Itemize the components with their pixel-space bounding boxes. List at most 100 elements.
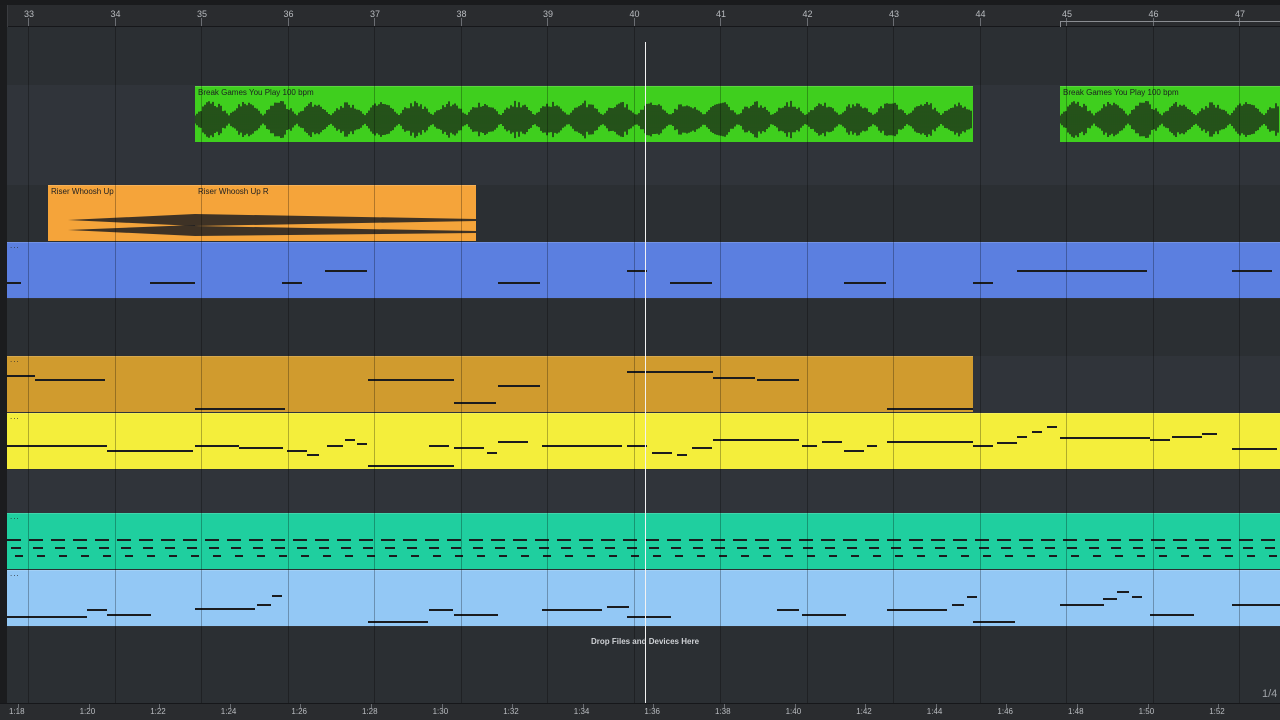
- midi-note: [887, 609, 947, 611]
- midi-note: [931, 539, 945, 541]
- midi-note: [777, 609, 799, 611]
- time-label: 1:22: [150, 707, 166, 716]
- audio-clip-riser[interactable]: Riser Whoosh Up: [48, 185, 195, 241]
- midi-note: [81, 555, 89, 557]
- clip-menu-dots: ...: [10, 413, 20, 421]
- time-label: 1:42: [856, 707, 872, 716]
- midi-note: [187, 547, 197, 549]
- clip-menu-dots: ...: [10, 356, 20, 364]
- midi-note: [1203, 555, 1211, 557]
- clip-title: Riser Whoosh Up R: [198, 187, 269, 196]
- midi-note: [755, 539, 769, 541]
- midi-note: [939, 555, 947, 557]
- midi-note: [429, 445, 449, 447]
- midi-note: [205, 539, 219, 541]
- time-tick: [1077, 704, 1078, 708]
- midi-note: [997, 442, 1017, 444]
- midi-note: [627, 270, 647, 272]
- midi-note: [973, 445, 993, 447]
- midi-note: [763, 555, 771, 557]
- midi-note: [191, 555, 199, 557]
- midi-note: [983, 555, 991, 557]
- midi-note: [1265, 547, 1275, 549]
- midi-note: [1261, 539, 1275, 541]
- midi-note: [451, 547, 461, 549]
- midi-note: [979, 547, 989, 549]
- midi-note: [498, 282, 540, 284]
- midi-note: [239, 447, 283, 449]
- midi-note: [59, 555, 67, 557]
- time-label: 1:48: [1068, 707, 1084, 716]
- midi-note: [381, 539, 395, 541]
- midi-note: [29, 539, 43, 541]
- midi-note: [607, 606, 629, 608]
- midi-clip-yellow[interactable]: ...: [7, 413, 1280, 469]
- playhead[interactable]: [645, 42, 646, 705]
- midi-clip-blue[interactable]: ...: [7, 242, 1280, 298]
- midi-note: [368, 379, 454, 381]
- time-tick: [441, 704, 443, 708]
- clip-menu-dots: ...: [10, 242, 20, 250]
- midi-note: [1132, 596, 1142, 598]
- bar-number: 42: [802, 9, 813, 19]
- midi-note: [895, 555, 903, 557]
- track-lane[interactable]: [7, 470, 1280, 513]
- bar-tick: [201, 18, 202, 26]
- grid-line: [1152, 27, 1154, 703]
- bar-number: 41: [716, 9, 727, 19]
- midi-note: [627, 547, 637, 549]
- midi-note: [1060, 437, 1150, 439]
- grid-line: [720, 27, 721, 703]
- midi-note: [825, 547, 835, 549]
- midi-note: [561, 547, 571, 549]
- midi-note: [1137, 555, 1145, 557]
- midi-note: [935, 547, 945, 549]
- midi-note: [7, 445, 107, 447]
- grid-zoom-label[interactable]: 1/4: [1262, 688, 1277, 700]
- midi-note: [323, 555, 331, 557]
- midi-note: [301, 555, 309, 557]
- midi-clip-teal[interactable]: ...: [7, 513, 1280, 569]
- bar-number: 38: [456, 9, 467, 19]
- time-tick: [582, 704, 584, 708]
- midi-note: [498, 385, 540, 387]
- midi-note: [957, 547, 967, 549]
- midi-note: [7, 539, 21, 541]
- midi-note: [909, 539, 923, 541]
- grid-line: [1066, 27, 1067, 703]
- midi-note: [271, 539, 285, 541]
- midi-note: [737, 547, 747, 549]
- midi-note: [473, 547, 483, 549]
- midi-note: [117, 539, 131, 541]
- midi-note: [711, 539, 725, 541]
- grid-line: [460, 27, 462, 703]
- time-ruler[interactable]: 1:18 1:20 1:22 1:24 1:26 1:28 1:30 1:32 1:34 1:36…: [0, 703, 1280, 720]
- midi-note: [477, 555, 485, 557]
- time-tick: [512, 704, 514, 708]
- clip-title: Riser Whoosh Up: [51, 187, 114, 196]
- time-tick: [18, 704, 19, 708]
- midi-note: [368, 621, 428, 623]
- audio-clip-riser[interactable]: Riser Whoosh Up R: [195, 185, 476, 241]
- midi-note: [7, 282, 21, 284]
- bar-number: 47: [1235, 9, 1246, 19]
- midi-note: [454, 447, 484, 449]
- time-tick: [1218, 704, 1220, 708]
- midi-clip-gold[interactable]: ...: [7, 356, 973, 412]
- midi-note: [253, 547, 263, 549]
- midi-note: [287, 450, 307, 452]
- audio-clip-break[interactable]: Break Games You Play 100 bpm: [195, 86, 973, 142]
- audio-clip-break[interactable]: Break Games You Play 100 bpm: [1060, 86, 1280, 142]
- track-lane[interactable]: [7, 299, 1280, 356]
- midi-note: [802, 614, 846, 616]
- clip-title: Break Games You Play 100 bpm: [198, 88, 314, 97]
- bar-number: 35: [197, 9, 208, 19]
- midi-note: [35, 379, 105, 381]
- time-label: 1:44: [926, 707, 943, 716]
- midi-note: [869, 547, 879, 549]
- time-label: 1:52: [1209, 707, 1225, 716]
- midi-note: [1047, 426, 1057, 428]
- midi-note: [1172, 436, 1202, 438]
- track-lane[interactable]: [7, 27, 1280, 85]
- midi-clip-light-blue[interactable]: ...: [7, 570, 1280, 626]
